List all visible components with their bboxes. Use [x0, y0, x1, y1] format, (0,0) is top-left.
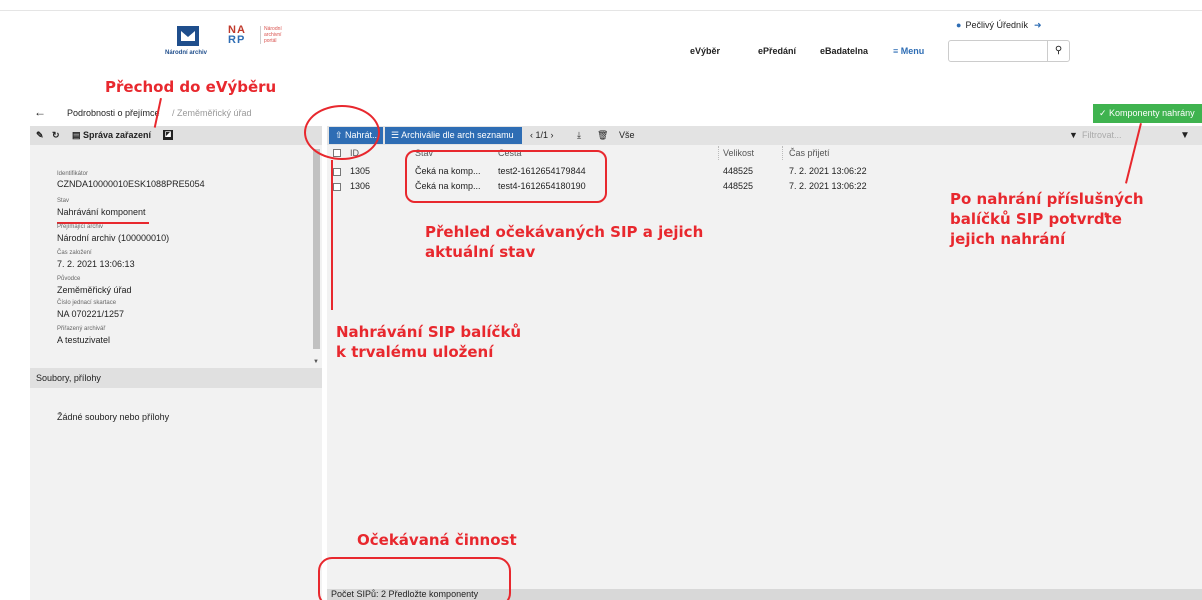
narp-side-text: Národní archivní portál: [260, 26, 282, 44]
sip-toolbar: ⇧ Nahrát... ☰ Archiválie dle arch seznam…: [327, 126, 1202, 145]
detail-value: CZNDA10000010ESK1088PRE5054: [57, 179, 205, 189]
back-arrow-icon[interactable]: ←: [34, 105, 46, 119]
nav-menu[interactable]: ≡ Menu: [893, 46, 924, 56]
trash-icon[interactable]: 🗑: [597, 130, 608, 141]
column-header[interactable]: Čas přijetí: [789, 148, 830, 158]
cell-velikost[interactable]: 448525: [723, 181, 753, 191]
cell-id[interactable]: 1306: [350, 181, 370, 191]
nav-epredani[interactable]: ePředání: [758, 46, 796, 56]
chevron-down-icon[interactable]: ▼: [1069, 130, 1078, 140]
annotation-cinnost: Očekávaná činnost: [357, 531, 517, 549]
detail-scrollbar[interactable]: ▼: [312, 145, 321, 367]
detail-toolbar: ✎ ↻ ▤ Správa zařazení ◪: [30, 126, 322, 145]
cell-cas[interactable]: 7. 2. 2021 13:06:22: [789, 181, 867, 191]
history-icon[interactable]: ↻: [52, 130, 60, 141]
annotation-box-status: [318, 557, 511, 600]
user-menu[interactable]: ● Pečlivý Úředník ➜: [956, 20, 1042, 31]
logout-icon[interactable]: ➜: [1034, 20, 1042, 30]
detail-label: Přiřazený archivář: [57, 326, 106, 332]
detail-label: Přejímající archiv: [57, 224, 104, 230]
narp-letters: NA RP: [228, 24, 246, 46]
breadcrumb-current: / Zeměměřický úřad: [172, 108, 252, 118]
files-empty-text: Žádné soubory nebo přílohy: [57, 412, 170, 422]
user-name: Pečlivý Úředník: [965, 20, 1028, 30]
annotation-ring-upload: [304, 105, 380, 160]
cell-id[interactable]: 1305: [350, 166, 370, 176]
column-header[interactable]: Velikost: [723, 148, 754, 158]
cell-velikost[interactable]: 448525: [723, 166, 753, 176]
funnel-icon[interactable]: ▼: [1180, 130, 1190, 141]
nav-ebadatelna[interactable]: eBadatelna: [820, 46, 868, 56]
annotation-nahravani: Nahrávání SIP balíčků k trvalému uložení: [336, 323, 522, 361]
detail-label: Identifikátor: [57, 171, 89, 177]
download-icon[interactable]: ⤓: [577, 130, 581, 141]
detail-value: 7. 2. 2021 13:06:13: [57, 259, 135, 269]
detail-value: NA 070221/1257: [57, 309, 125, 319]
detail-value: Nahrávání komponent: [57, 207, 146, 217]
components-uploaded-button[interactable]: ✓ Komponenty nahrány: [1093, 104, 1202, 123]
annotation-potvrzeni: Po nahrání příslušných balíčků SIP potvr…: [950, 190, 1144, 248]
annotation-pointer: [331, 160, 333, 310]
detail-value: A testuzivatel: [57, 335, 111, 345]
detail-value: Zeměměřický úřad: [57, 285, 132, 295]
scrollbar-thumb[interactable]: [313, 149, 320, 349]
search-box[interactable]: ⚲: [948, 40, 1070, 62]
row-checkbox[interactable]: [333, 183, 341, 191]
row-checkbox[interactable]: [333, 168, 341, 176]
annotation-evyber: Přechod do eVýběru: [105, 78, 277, 96]
cell-cas[interactable]: 7. 2. 2021 13:06:22: [789, 166, 867, 176]
detail-label: Číslo jednací skartace: [57, 300, 117, 306]
annotation-prehled: Přehled očekávaných SIP a jejich aktuáln…: [425, 223, 704, 261]
header-divider: [0, 10, 1202, 11]
scroll-down-icon[interactable]: ▼: [313, 359, 319, 365]
detail-value: Národní archiv (100000010): [57, 233, 170, 243]
search-icon[interactable]: ⚲: [1047, 41, 1069, 61]
annotation-box-table: [405, 150, 607, 203]
breadcrumb-item[interactable]: Podrobnosti o přejímce: [67, 108, 160, 118]
nav-evyber[interactable]: eVýběr: [690, 46, 720, 56]
detail-label: Původce: [57, 276, 81, 282]
envelope-icon: [177, 26, 199, 46]
detail-label: Čas založení: [57, 250, 92, 256]
narodni-archiv-logo[interactable]: Národní archiv: [165, 26, 211, 60]
narp-logo[interactable]: NA RP Národní archivní portál: [228, 25, 290, 51]
filter-input[interactable]: Filtrovat...: [1082, 130, 1187, 140]
column-separator: [718, 146, 719, 160]
files-section-header[interactable]: Soubory, přílohy: [30, 368, 322, 388]
logo-text: Národní archiv: [165, 50, 208, 56]
edit-icon[interactable]: ✎: [36, 130, 44, 141]
user-icon: ●: [956, 20, 962, 30]
detail-label: Stav: [57, 198, 70, 204]
pager[interactable]: ‹ 1/1 ›: [530, 130, 554, 140]
filter-select[interactable]: Vše: [619, 130, 635, 140]
column-separator: [782, 146, 783, 160]
by-archive-list-button[interactable]: ☰ Archiválie dle arch seznamu: [385, 127, 522, 144]
evyber-link-icon[interactable]: ◪: [163, 130, 173, 140]
manage-classification-button[interactable]: ▤ Správa zařazení: [72, 130, 151, 141]
